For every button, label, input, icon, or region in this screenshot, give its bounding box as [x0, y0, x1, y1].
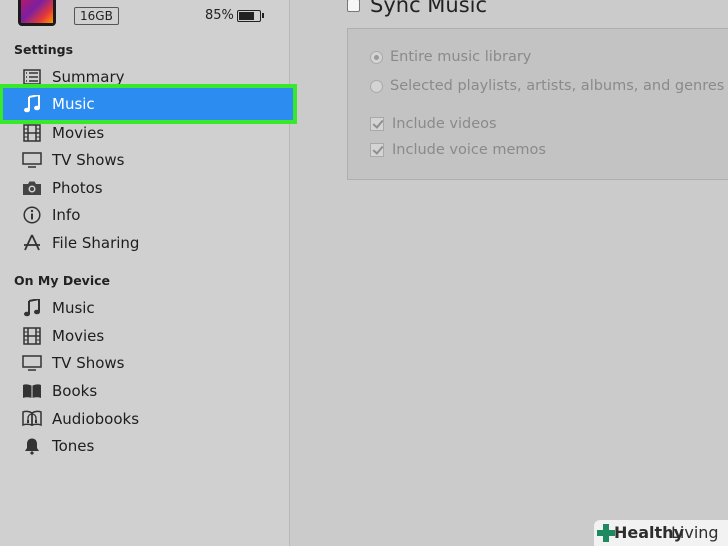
app-store-icon: [22, 234, 42, 252]
tv-icon: [22, 354, 42, 372]
sidebar-item-label: TV Shows: [52, 151, 125, 169]
device-header: 16GB 85%: [0, 0, 289, 36]
selected-items-option[interactable]: Selected playlists, artists, albums, and…: [370, 78, 724, 94]
battery-percent: 85%: [205, 8, 234, 23]
include-voice-memos-label: Include voice memos: [392, 142, 546, 158]
sync-music-label[interactable]: Sync Music: [370, 0, 487, 17]
entire-library-option[interactable]: Entire music library: [370, 49, 531, 65]
film-icon: [22, 327, 42, 345]
sidebar-item-label: Info: [52, 206, 81, 224]
device-item-tv-shows[interactable]: TV Shows: [0, 349, 289, 377]
music-note-icon: [22, 299, 42, 317]
watermark-brand-light: Living: [671, 523, 719, 542]
film-icon: [22, 124, 42, 142]
sidebar-item-movies[interactable]: Movies: [0, 119, 289, 147]
sidebar-item-music[interactable]: Music: [0, 84, 297, 124]
info-icon: [22, 206, 42, 224]
sidebar-item-label: File Sharing: [52, 234, 140, 252]
sidebar-item-label: TV Shows: [52, 354, 125, 372]
on-my-device-section-title: On My Device: [14, 273, 110, 288]
book-icon: [22, 382, 42, 400]
capacity-badge: 16GB: [74, 7, 119, 25]
include-voice-memos-option[interactable]: Include voice memos: [370, 142, 546, 158]
sync-music-checkbox[interactable]: [347, 0, 360, 12]
watermark: Healthy Living: [594, 520, 728, 546]
sidebar-item-label: Audiobooks: [52, 410, 140, 428]
entire-library-radio[interactable]: [370, 50, 383, 64]
sidebar-item-label: Music: [52, 95, 95, 113]
sidebar-item-label: Summary: [52, 68, 125, 86]
camera-icon: [22, 179, 42, 197]
sidebar-item-label: Music: [52, 299, 95, 317]
battery-icon: [237, 10, 264, 22]
device-item-music[interactable]: Music: [0, 294, 289, 322]
battery-fill: [239, 12, 255, 20]
selected-items-label: Selected playlists, artists, albums, and…: [390, 78, 725, 94]
sidebar-item-info[interactable]: Info: [0, 201, 289, 229]
device-item-tones[interactable]: Tones: [0, 432, 289, 460]
selected-items-radio[interactable]: [370, 79, 383, 93]
sidebar-item-file-sharing[interactable]: File Sharing: [0, 229, 289, 257]
include-videos-checkbox[interactable]: [370, 117, 384, 131]
sidebar: 16GB 85% Settings Summary Music Movies T…: [0, 0, 297, 546]
entire-library-label: Entire music library: [390, 49, 532, 65]
device-thumbnail[interactable]: [18, 0, 56, 26]
sidebar-item-photos[interactable]: Photos: [0, 174, 289, 202]
sidebar-item-label: Tones: [52, 437, 95, 455]
sidebar-item-label: Movies: [52, 327, 105, 345]
include-videos-option[interactable]: Include videos: [370, 116, 497, 132]
device-screen: [21, 0, 53, 23]
sidebar-item-tv-shows[interactable]: TV Shows: [0, 146, 289, 174]
sidebar-item-label: Movies: [52, 124, 105, 142]
music-note-icon: [22, 95, 42, 113]
tv-icon: [22, 151, 42, 169]
summary-icon: [22, 68, 42, 86]
plus-logo-icon: [597, 524, 615, 542]
include-voice-memos-checkbox[interactable]: [370, 143, 384, 157]
device-item-audiobooks[interactable]: Audiobooks: [0, 405, 289, 433]
sidebar-item-label: Books: [52, 382, 98, 400]
device-item-books[interactable]: Books: [0, 377, 289, 405]
sync-music-header: Sync Music: [347, 0, 487, 18]
device-item-movies[interactable]: Movies: [0, 322, 289, 350]
audiobook-icon: [22, 410, 42, 428]
settings-section-title: Settings: [14, 42, 74, 57]
bell-icon: [22, 437, 42, 455]
include-videos-label: Include videos: [392, 116, 497, 132]
sidebar-item-label: Photos: [52, 179, 103, 197]
